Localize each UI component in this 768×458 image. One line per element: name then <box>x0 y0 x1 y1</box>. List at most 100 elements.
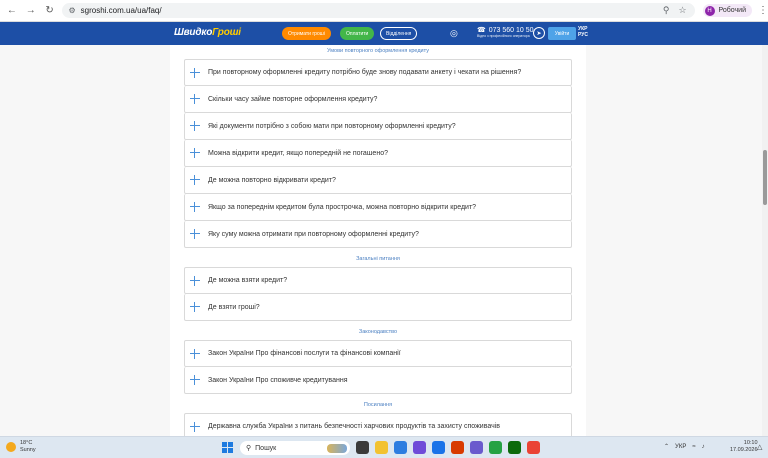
faq-item[interactable]: Якщо за попереднім кредитом була простро… <box>184 194 572 221</box>
task-view-icon[interactable] <box>356 441 369 454</box>
lang-ru[interactable]: РУС <box>578 32 588 38</box>
page-scrollbar[interactable] <box>762 45 768 436</box>
faq-question: Закон України Про фінансові послуги та ф… <box>208 350 401 357</box>
sun-icon <box>6 442 16 452</box>
edge-icon[interactable] <box>394 441 407 454</box>
faq-section: Загальні питання Де можна взяти кредит? … <box>170 253 586 321</box>
reload-icon[interactable]: ↻ <box>43 4 57 18</box>
faq-item[interactable]: Закон України Про споживче кредитування <box>184 367 572 394</box>
app-icon[interactable] <box>413 441 426 454</box>
phone-subtext: Відео з професійного оператора <box>477 34 530 38</box>
forward-icon[interactable]: → <box>24 4 38 18</box>
faq-question: Де взяти гроші? <box>208 303 260 311</box>
chrome-icon[interactable] <box>527 441 540 454</box>
app-icon[interactable] <box>489 441 502 454</box>
notification-bell-icon[interactable]: △ <box>757 443 762 451</box>
faq-question: Державна служба України з питань безпечн… <box>208 423 501 430</box>
app-icon[interactable] <box>451 441 464 454</box>
section-title: Загальні питання <box>356 256 400 262</box>
faq-section: Законодавство Закон України Про фінансов… <box>170 326 586 394</box>
faq-item[interactable]: Закон України Про фінансові послуги та ф… <box>184 340 572 367</box>
branches-button[interactable]: Відділення <box>380 27 418 40</box>
browser-toolbar: ← → ↻ ⚙ sgroshi.com.ua/ua/faq/ ⚲ ☆ Н Роб… <box>0 0 768 22</box>
faq-item[interactable]: Де можна повторно відкривати кредит? <box>184 167 572 194</box>
site-info-icon[interactable]: ⚙ <box>68 6 75 15</box>
plus-icon <box>190 229 200 239</box>
url-text[interactable]: sgroshi.com.ua/ua/faq/ <box>81 6 162 15</box>
taskbar-search[interactable]: ⚲ Пошук <box>240 441 350 455</box>
wifi-icon[interactable]: ≈ <box>692 444 695 450</box>
faq-item[interactable]: При повторному оформленні кредиту потріб… <box>184 59 572 86</box>
phone-icon: ☎ <box>477 27 486 34</box>
faq-question: Де можна взяти кредит? <box>208 277 288 284</box>
faq-question: Які документи потрібно з собою мати при … <box>208 122 456 130</box>
language-switch[interactable]: УКР РУС <box>578 26 588 38</box>
app-icon[interactable] <box>432 441 445 454</box>
site-header: ШвидкоГроші Отримати гроші Оплатити Відд… <box>0 22 768 45</box>
app-icon[interactable] <box>508 441 521 454</box>
profile-button[interactable]: Н Робочий <box>702 4 753 17</box>
start-button[interactable] <box>222 442 233 453</box>
faq-question: Яку суму можна отримати при повторному о… <box>208 230 419 238</box>
logo-text-1: Швидко <box>174 27 213 38</box>
eye-icon[interactable]: ◎ <box>450 28 458 39</box>
phone-block[interactable]: ☎ 073 560 10 50 Відео з професійного опер… <box>477 26 534 39</box>
bookmark-star-icon[interactable]: ☆ <box>678 5 686 16</box>
section-title: Умови повторного оформлення кредиту <box>327 48 429 54</box>
plus-icon <box>190 148 200 158</box>
faq-item[interactable]: Можна відкрити кредит, якщо попередній н… <box>184 140 572 167</box>
weather-temp: 18°C <box>20 440 33 446</box>
clock-date: 17.09.2026 <box>730 447 758 453</box>
back-icon[interactable]: ← <box>5 4 19 18</box>
faq-item[interactable]: Яку суму можна отримати при повторному о… <box>184 221 572 248</box>
scrollbar-thumb[interactable] <box>763 150 767 205</box>
faq-content: Умови повторного оформлення кредиту При … <box>170 45 586 436</box>
logo-text-2: Гроші <box>212 27 241 38</box>
faq-question: Скільки часу займе повторне оформлення к… <box>208 95 378 103</box>
plus-icon <box>190 348 200 359</box>
faq-question: Де можна повторно відкривати кредит? <box>208 176 336 184</box>
windows-taskbar: 18°C Sunny ⚲ Пошук ⌃ УКР ≈ ♪ 10:10 17.09… <box>0 436 768 458</box>
faq-item[interactable]: Де можна взяти кредит? <box>184 267 572 294</box>
section-title: Посилання <box>363 402 393 408</box>
volume-icon[interactable]: ♪ <box>702 444 705 450</box>
weather-widget[interactable]: 18°C Sunny <box>6 440 36 454</box>
faq-question: При повторному оформленні кредиту потріб… <box>208 69 522 76</box>
faq-section: Умови повторного оформлення кредиту При … <box>170 45 586 248</box>
plus-icon <box>190 175 200 185</box>
faq-question: Закон України Про споживче кредитування <box>208 376 348 384</box>
faq-item[interactable]: Державна служба України з питань безпечн… <box>184 413 572 436</box>
clock[interactable]: 10:10 17.09.2026 <box>730 440 758 454</box>
faq-item[interactable]: Які документи потрібно з собою мати при … <box>184 113 572 140</box>
plus-icon <box>190 202 200 212</box>
browser-menu-icon[interactable]: ⋮ <box>758 5 768 16</box>
plus-icon <box>190 94 200 104</box>
search-icon: ⚲ <box>246 445 252 452</box>
input-language[interactable]: УКР <box>675 444 686 450</box>
site-logo[interactable]: ШвидкоГроші <box>174 27 241 38</box>
plus-icon <box>190 121 200 131</box>
faq-question: Можна відкрити кредит, якщо попередній н… <box>208 149 388 157</box>
search-highlight-image <box>327 443 347 453</box>
address-bar[interactable]: ⚙ sgroshi.com.ua/ua/faq/ ⚲ ☆ <box>62 3 695 18</box>
weather-desc: Sunny <box>20 447 36 453</box>
section-title: Законодавство <box>358 329 398 335</box>
get-money-button[interactable]: Отримати гроші <box>282 27 331 40</box>
plus-icon <box>190 302 200 312</box>
clock-time: 10:10 <box>743 440 758 446</box>
app-icon[interactable] <box>470 441 483 454</box>
system-tray: ⌃ УКР ≈ ♪ <box>664 443 705 451</box>
pinned-apps <box>356 441 540 454</box>
zoom-icon[interactable]: ⚲ <box>663 5 670 16</box>
telegram-icon[interactable]: ➤ <box>533 27 545 39</box>
plus-icon <box>190 375 200 385</box>
plus-icon <box>190 421 200 432</box>
file-explorer-icon[interactable] <box>375 441 388 454</box>
login-button[interactable]: Увійти <box>548 27 576 40</box>
faq-item[interactable]: Де взяти гроші? <box>184 294 572 321</box>
pay-button[interactable]: Оплатити <box>340 27 375 40</box>
faq-section: Посилання Державна служба України з пита… <box>170 399 586 436</box>
profile-name: Робочий <box>718 7 747 14</box>
faq-item[interactable]: Скільки часу займе повторне оформлення к… <box>184 86 572 113</box>
chevron-up-icon[interactable]: ⌃ <box>664 443 669 450</box>
